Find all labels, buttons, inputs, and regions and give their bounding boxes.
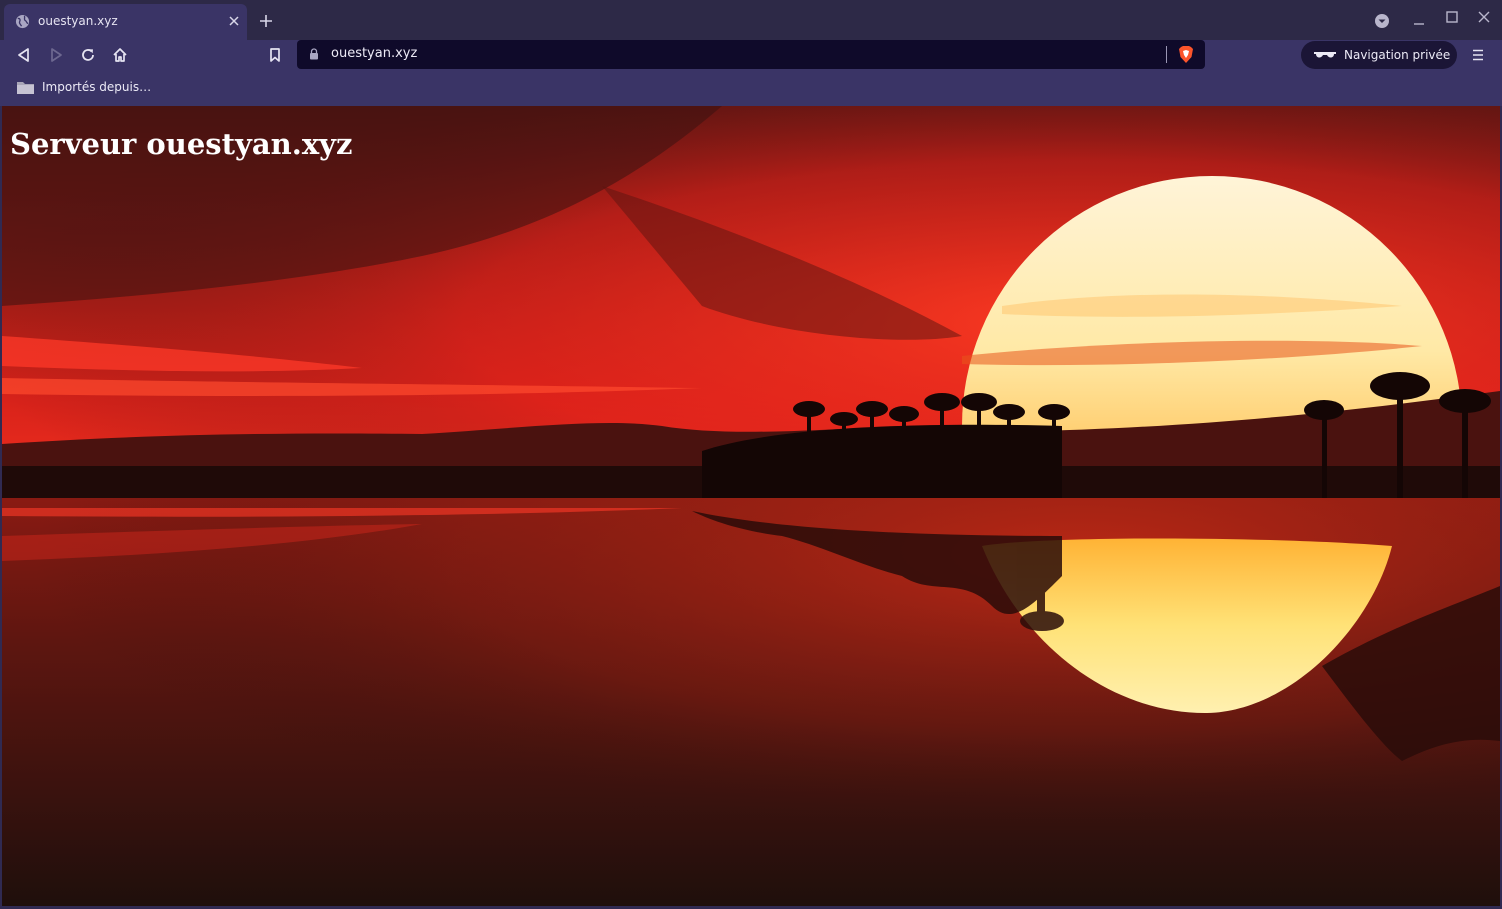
private-glasses-icon bbox=[1314, 52, 1336, 58]
tab-menu-dropdown-icon[interactable] bbox=[1374, 13, 1390, 29]
minimize-icon[interactable] bbox=[1412, 13, 1426, 27]
url-text[interactable]: ouestyan.xyz bbox=[331, 46, 417, 61]
bookmark-folder-imported[interactable]: Importés depuis… bbox=[42, 80, 151, 94]
page-heading: Serveur ouestyan.xyz bbox=[10, 127, 353, 161]
back-icon[interactable] bbox=[15, 46, 33, 64]
window-close-icon[interactable] bbox=[1477, 10, 1491, 24]
browser-window: ouestyan.xyz ouestyan.xyz Navigation pri… bbox=[0, 0, 1502, 909]
brave-shields-icon[interactable] bbox=[1178, 45, 1194, 64]
tab-strip: ouestyan.xyz bbox=[0, 0, 1502, 40]
reload-icon[interactable] bbox=[79, 46, 97, 64]
lock-icon[interactable] bbox=[309, 48, 319, 60]
tab-ouestyan[interactable]: ouestyan.xyz bbox=[4, 4, 247, 40]
bookmark-icon[interactable] bbox=[266, 46, 284, 64]
tab-title: ouestyan.xyz bbox=[38, 14, 118, 28]
bookmarks-bar: Importés depuis… bbox=[0, 70, 1502, 106]
menu-hamburger-icon[interactable] bbox=[1470, 47, 1486, 63]
globe-icon bbox=[15, 14, 30, 29]
private-label: Navigation privée bbox=[1344, 48, 1451, 62]
forward-icon[interactable] bbox=[47, 46, 65, 64]
new-tab-plus-icon[interactable] bbox=[258, 13, 274, 29]
home-icon[interactable] bbox=[111, 46, 129, 64]
close-tab-icon[interactable] bbox=[228, 15, 240, 27]
urlbar-divider bbox=[1166, 46, 1167, 63]
maximize-icon[interactable] bbox=[1445, 10, 1459, 24]
folder-icon[interactable] bbox=[16, 80, 35, 95]
page-content: Serveur ouestyan.xyz bbox=[2, 106, 1500, 906]
sunset-background-image bbox=[2, 106, 1500, 906]
private-browsing-badge[interactable]: Navigation privée bbox=[1301, 41, 1457, 69]
navigation-toolbar: ouestyan.xyz Navigation privée bbox=[0, 40, 1502, 70]
address-bar[interactable]: ouestyan.xyz bbox=[297, 40, 1205, 69]
